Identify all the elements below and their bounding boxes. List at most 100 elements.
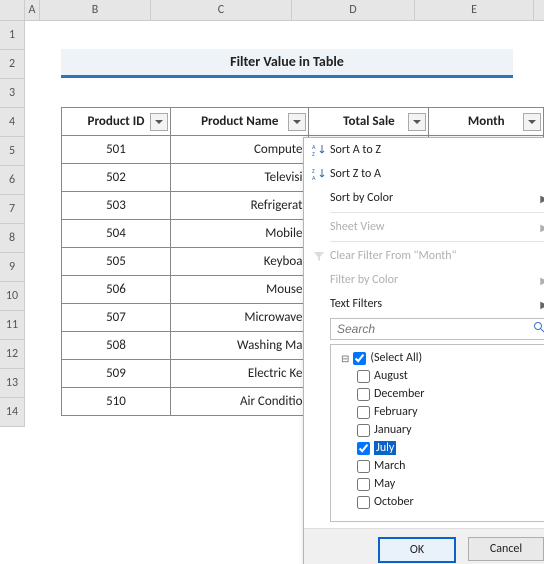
menu-filter-by-color: Filter by Color ▶ bbox=[304, 268, 544, 292]
svg-text:A: A bbox=[312, 174, 316, 181]
cell-product-id[interactable]: 508 bbox=[62, 332, 171, 360]
cell-product-name[interactable]: Refrigerat bbox=[170, 192, 308, 220]
filter-button[interactable] bbox=[408, 113, 426, 131]
th-month[interactable]: Month bbox=[429, 108, 544, 136]
cell-product-name[interactable]: Keyboa bbox=[170, 248, 308, 276]
cell-product-name[interactable]: Air Conditio bbox=[170, 388, 308, 416]
row-header[interactable]: 14 bbox=[0, 398, 24, 427]
menu-sort-by-color[interactable]: Sort by Color ▶ bbox=[304, 186, 544, 210]
row-header[interactable]: 10 bbox=[0, 282, 24, 311]
row-header[interactable]: 1 bbox=[0, 21, 24, 50]
cell-product-name[interactable]: Mouse bbox=[170, 276, 308, 304]
row-header[interactable]: 9 bbox=[0, 253, 24, 282]
cell-product-id[interactable]: 503 bbox=[62, 192, 171, 220]
th-label: Total Sale bbox=[343, 114, 395, 129]
cancel-button[interactable]: Cancel bbox=[468, 537, 544, 561]
th-total-sale[interactable]: Total Sale bbox=[309, 108, 429, 136]
filter-item-august[interactable]: August bbox=[335, 367, 544, 385]
worksheet-area[interactable]: Filter Value in Table Product ID Product… bbox=[25, 21, 544, 427]
row-header[interactable]: 13 bbox=[0, 369, 24, 398]
col-header-c[interactable]: C bbox=[151, 0, 292, 20]
cell-product-id[interactable]: 509 bbox=[62, 360, 171, 388]
checkbox[interactable] bbox=[353, 352, 366, 365]
filter-item-february[interactable]: February bbox=[335, 403, 544, 421]
col-header-a[interactable]: A bbox=[25, 0, 40, 20]
checkbox[interactable] bbox=[357, 388, 370, 401]
cell-product-id[interactable]: 504 bbox=[62, 220, 171, 248]
row-header[interactable]: 8 bbox=[0, 224, 24, 253]
filter-button[interactable] bbox=[523, 113, 541, 131]
cell-product-id[interactable]: 505 bbox=[62, 248, 171, 276]
th-product-name[interactable]: Product Name bbox=[170, 108, 308, 136]
menu-label: Clear Filter From "Month" bbox=[330, 249, 544, 263]
menu-sort-az[interactable]: AZ Sort A to Z bbox=[304, 138, 544, 162]
filter-item-october[interactable]: October bbox=[335, 493, 544, 511]
menu-clear-filter: Clear Filter From "Month" bbox=[304, 244, 544, 268]
cell-product-id[interactable]: 501 bbox=[62, 136, 171, 164]
cell-product-id[interactable]: 502 bbox=[62, 164, 171, 192]
filter-values-tree[interactable]: ⊟ (Select All) August December February J… bbox=[330, 344, 544, 522]
tree-minus-icon: ⊟ bbox=[341, 352, 349, 365]
row-header[interactable]: 6 bbox=[0, 166, 24, 195]
filter-item-july[interactable]: July bbox=[335, 439, 544, 457]
cell-product-name[interactable]: Mobile bbox=[170, 220, 308, 248]
sort-za-icon: ZA bbox=[308, 167, 330, 181]
filter-item-december[interactable]: December bbox=[335, 385, 544, 403]
checkbox[interactable] bbox=[357, 496, 370, 509]
submenu-arrow-icon: ▶ bbox=[540, 274, 544, 287]
row-header[interactable]: 7 bbox=[0, 195, 24, 224]
filter-item-label: May bbox=[374, 477, 395, 491]
filter-button[interactable] bbox=[150, 113, 168, 131]
row-header[interactable]: 2 bbox=[0, 50, 24, 79]
submenu-arrow-icon: ▶ bbox=[540, 221, 544, 234]
cell-product-id[interactable]: 507 bbox=[62, 304, 171, 332]
row-header[interactable]: 5 bbox=[0, 137, 24, 166]
row-header[interactable]: 4 bbox=[0, 108, 24, 137]
cell-product-id[interactable]: 506 bbox=[62, 276, 171, 304]
select-all-corner[interactable] bbox=[0, 0, 25, 20]
cell-product-name[interactable]: Washing Ma bbox=[170, 332, 308, 360]
col-header-b[interactable]: B bbox=[40, 0, 151, 20]
th-product-id[interactable]: Product ID bbox=[62, 108, 171, 136]
cell-product-name[interactable]: Microwave bbox=[170, 304, 308, 332]
filter-item-march[interactable]: March bbox=[335, 457, 544, 475]
menu-text-filters[interactable]: Text Filters ▶ bbox=[304, 292, 544, 316]
filter-item-label: February bbox=[374, 405, 418, 419]
checkbox[interactable] bbox=[357, 442, 370, 455]
menu-label: Filter by Color bbox=[330, 273, 540, 287]
menu-label: Sort by Color bbox=[330, 191, 540, 205]
row-header[interactable]: 11 bbox=[0, 311, 24, 340]
filter-button[interactable] bbox=[288, 113, 306, 131]
menu-sort-za[interactable]: ZA Sort Z to A bbox=[304, 162, 544, 186]
checkbox[interactable] bbox=[357, 370, 370, 383]
col-header-d[interactable]: D bbox=[292, 0, 415, 20]
menu-separator bbox=[330, 241, 544, 242]
row-header[interactable]: 3 bbox=[0, 79, 24, 108]
menu-label: Sheet View bbox=[330, 220, 540, 234]
filter-search-box[interactable] bbox=[330, 318, 544, 340]
filter-menu: AZ Sort A to Z ZA Sort Z to A Sort by Co… bbox=[303, 137, 544, 564]
filter-item-may[interactable]: May bbox=[335, 475, 544, 493]
checkbox[interactable] bbox=[357, 478, 370, 491]
submenu-arrow-icon: ▶ bbox=[540, 298, 544, 311]
row-header[interactable]: 12 bbox=[0, 340, 24, 369]
filter-item-label: December bbox=[374, 387, 424, 401]
cell-product-id[interactable]: 510 bbox=[62, 388, 171, 416]
search-input[interactable] bbox=[335, 321, 533, 337]
ok-button[interactable]: OK bbox=[378, 537, 456, 563]
cell-product-name[interactable]: Electric Ke bbox=[170, 360, 308, 388]
menu-label: Text Filters bbox=[330, 297, 540, 311]
menu-label: Sort A to Z bbox=[330, 143, 544, 157]
checkbox[interactable] bbox=[357, 460, 370, 473]
checkbox[interactable] bbox=[357, 424, 370, 437]
checkbox[interactable] bbox=[357, 406, 370, 419]
cell-product-name[interactable]: Televisi bbox=[170, 164, 308, 192]
filter-item-label: (Select All) bbox=[370, 351, 422, 365]
filter-item-select-all[interactable]: ⊟ (Select All) bbox=[335, 349, 544, 367]
col-header-e[interactable]: E bbox=[415, 0, 534, 20]
menu-separator bbox=[330, 212, 544, 213]
cell-product-name[interactable]: Compute bbox=[170, 136, 308, 164]
search-icon bbox=[533, 321, 544, 337]
filter-item-january[interactable]: January bbox=[335, 421, 544, 439]
filter-item-label: March bbox=[374, 459, 405, 473]
